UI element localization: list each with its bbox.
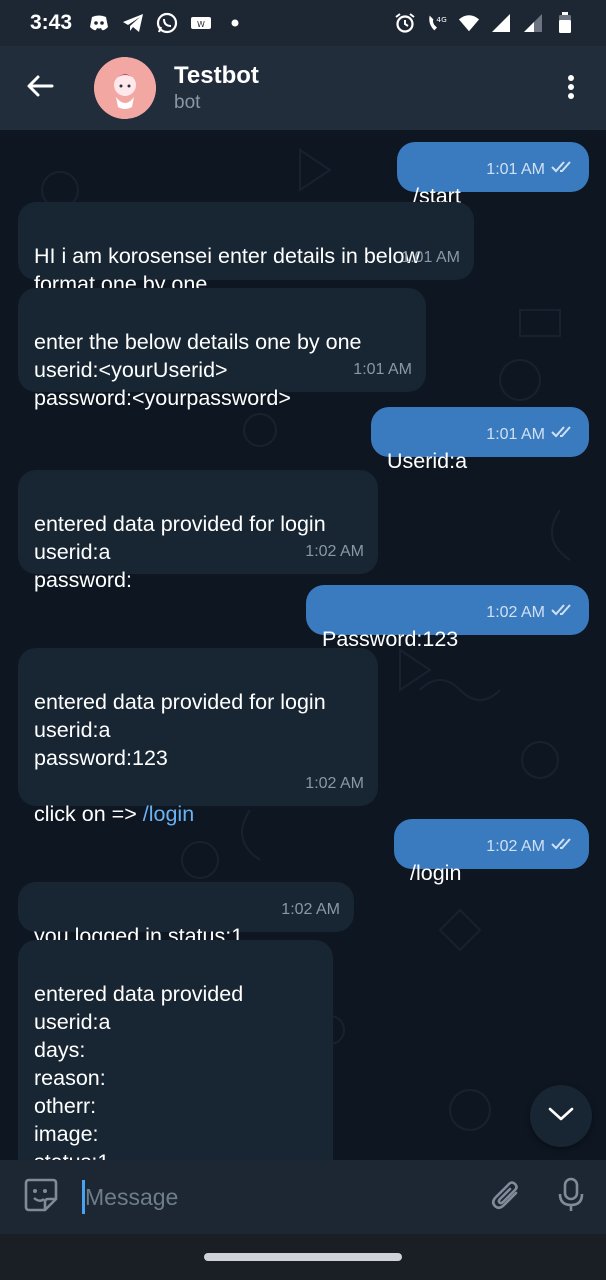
message-time: 1:01 AM <box>486 426 545 443</box>
message-field[interactable] <box>82 1160 476 1234</box>
message-input[interactable] <box>85 1183 465 1211</box>
message-text: /login <box>410 861 462 885</box>
message-incoming[interactable]: entered data provided for login userid:a… <box>18 648 378 826</box>
message-time: 1:01 AM <box>401 249 460 266</box>
voice-record-button[interactable] <box>536 1160 606 1234</box>
navigation-bar <box>0 1234 606 1280</box>
back-button[interactable] <box>0 46 80 130</box>
notification-icons: W <box>88 12 246 34</box>
message-meta: 1:01 AM <box>401 244 460 272</box>
message-meta: 1:02 AM <box>305 770 364 798</box>
paperclip-icon <box>490 1178 522 1217</box>
telegram-icon <box>122 12 144 34</box>
message-meta: 1:02 AM <box>281 896 340 924</box>
chat-header: Testbot bot <box>0 46 606 130</box>
svg-text:4G: 4G <box>436 15 447 24</box>
alarm-icon <box>394 12 416 34</box>
status-bar: 3:43 W 4G <box>0 0 606 46</box>
message-time: 1:02 AM <box>305 543 364 560</box>
message-meta: 1:01 AM <box>486 156 575 184</box>
volte-icon: 4G <box>426 12 448 34</box>
dot-icon <box>224 12 246 34</box>
home-gesture-handle[interactable] <box>204 1253 402 1261</box>
chevron-down-icon <box>548 1106 574 1127</box>
message-time: 1:02 AM <box>486 838 545 855</box>
command-link[interactable]: /login <box>143 802 194 826</box>
chat-title-block[interactable]: Testbot bot <box>174 62 259 114</box>
message-incoming[interactable]: HI i am korosensei enter details in belo… <box>18 202 474 296</box>
message-text: Userid:a <box>387 449 468 473</box>
svg-text:W: W <box>197 20 205 29</box>
whatsapp-icon <box>156 12 178 34</box>
system-icons: 4G <box>394 12 576 34</box>
attach-button[interactable] <box>476 1160 536 1234</box>
message-time: 1:01 AM <box>353 361 412 378</box>
double-check-icon <box>551 599 575 627</box>
emoji-button[interactable] <box>0 1160 82 1234</box>
discord-icon <box>88 12 110 34</box>
message-time: 1:02 AM <box>486 604 545 621</box>
message-incoming[interactable]: entered data provided for login userid:a… <box>18 470 378 592</box>
signal-icon <box>522 12 544 34</box>
message-composer <box>0 1160 606 1234</box>
arrow-left-icon <box>26 74 54 103</box>
message-outgoing[interactable]: Userid:a 1:01 AM <box>371 407 589 473</box>
message-time: 1:02 AM <box>281 901 340 918</box>
app-icon: W <box>190 12 212 34</box>
double-check-icon <box>551 156 575 184</box>
message-time: 1:01 AM <box>486 161 545 178</box>
battery-icon <box>554 12 576 34</box>
message-incoming[interactable]: enter the below details one by one useri… <box>18 288 426 410</box>
message-outgoing[interactable]: Password:123 1:02 AM <box>306 585 589 651</box>
double-check-icon <box>551 833 575 861</box>
sticker-icon <box>23 1177 59 1218</box>
scroll-down-button[interactable] <box>530 1085 592 1147</box>
wifi-icon <box>458 12 480 34</box>
message-outgoing[interactable]: /start 1:01 AM <box>397 142 589 208</box>
microphone-icon <box>557 1177 585 1218</box>
chat-subtitle: bot <box>174 92 201 113</box>
double-check-icon <box>551 421 575 449</box>
message-meta: 1:01 AM <box>486 421 575 449</box>
signal-icon <box>490 12 512 34</box>
message-list[interactable]: /start 1:01 AM HI i am korosensei enter … <box>0 130 606 1160</box>
message-incoming[interactable]: entered data provided userid:a days: rea… <box>18 940 333 1160</box>
message-incoming[interactable]: you logged in status:1 1:02 AM <box>18 882 354 948</box>
message-meta: 1:02 AM <box>486 599 575 627</box>
message-time: 1:02 AM <box>305 775 364 792</box>
message-meta: 1:02 AM <box>486 833 575 861</box>
message-meta: 1:02 AM <box>305 538 364 566</box>
status-time: 3:43 <box>30 11 73 34</box>
chat-title: Testbot <box>174 62 259 89</box>
more-vertical-icon <box>567 74 575 105</box>
more-menu-button[interactable] <box>556 72 586 106</box>
message-outgoing[interactable]: /login 1:02 AM <box>394 819 589 885</box>
message-meta: 1:01 AM <box>353 356 412 384</box>
message-text: entered data provided userid:a days: rea… <box>34 982 244 1160</box>
avatar[interactable] <box>94 57 156 119</box>
